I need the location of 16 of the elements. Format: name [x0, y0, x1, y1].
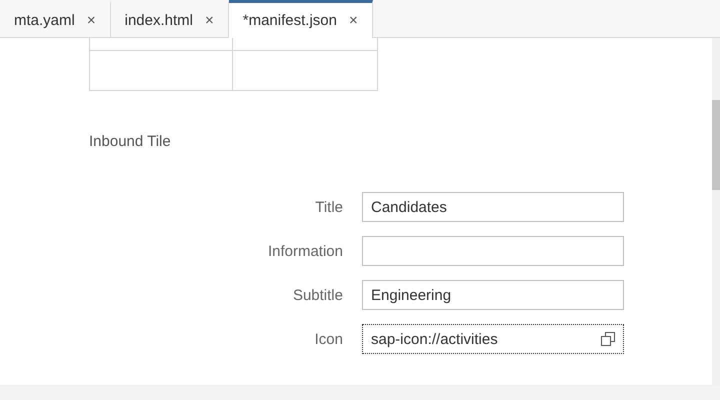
input-field[interactable]: Candidates [362, 192, 624, 222]
value-help-icon[interactable] [600, 331, 616, 347]
field-label: Subtitle [292, 286, 343, 304]
section-title: Inbound Tile [89, 133, 172, 150]
field-label: Icon [314, 330, 343, 348]
field-label: Title [315, 198, 343, 216]
editor-tab[interactable]: *manifest.json × [228, 0, 373, 38]
input-field[interactable]: Engineering [362, 280, 624, 310]
editor-tab[interactable]: index.html × [110, 0, 229, 37]
close-icon[interactable]: × [204, 12, 214, 28]
input-field[interactable]: sap-icon://activities [362, 324, 624, 354]
close-icon[interactable]: × [348, 12, 358, 29]
input-field[interactable] [362, 236, 624, 266]
close-icon[interactable]: × [86, 12, 96, 28]
scrollbar[interactable] [712, 38, 720, 385]
field-label: Information [268, 242, 343, 260]
